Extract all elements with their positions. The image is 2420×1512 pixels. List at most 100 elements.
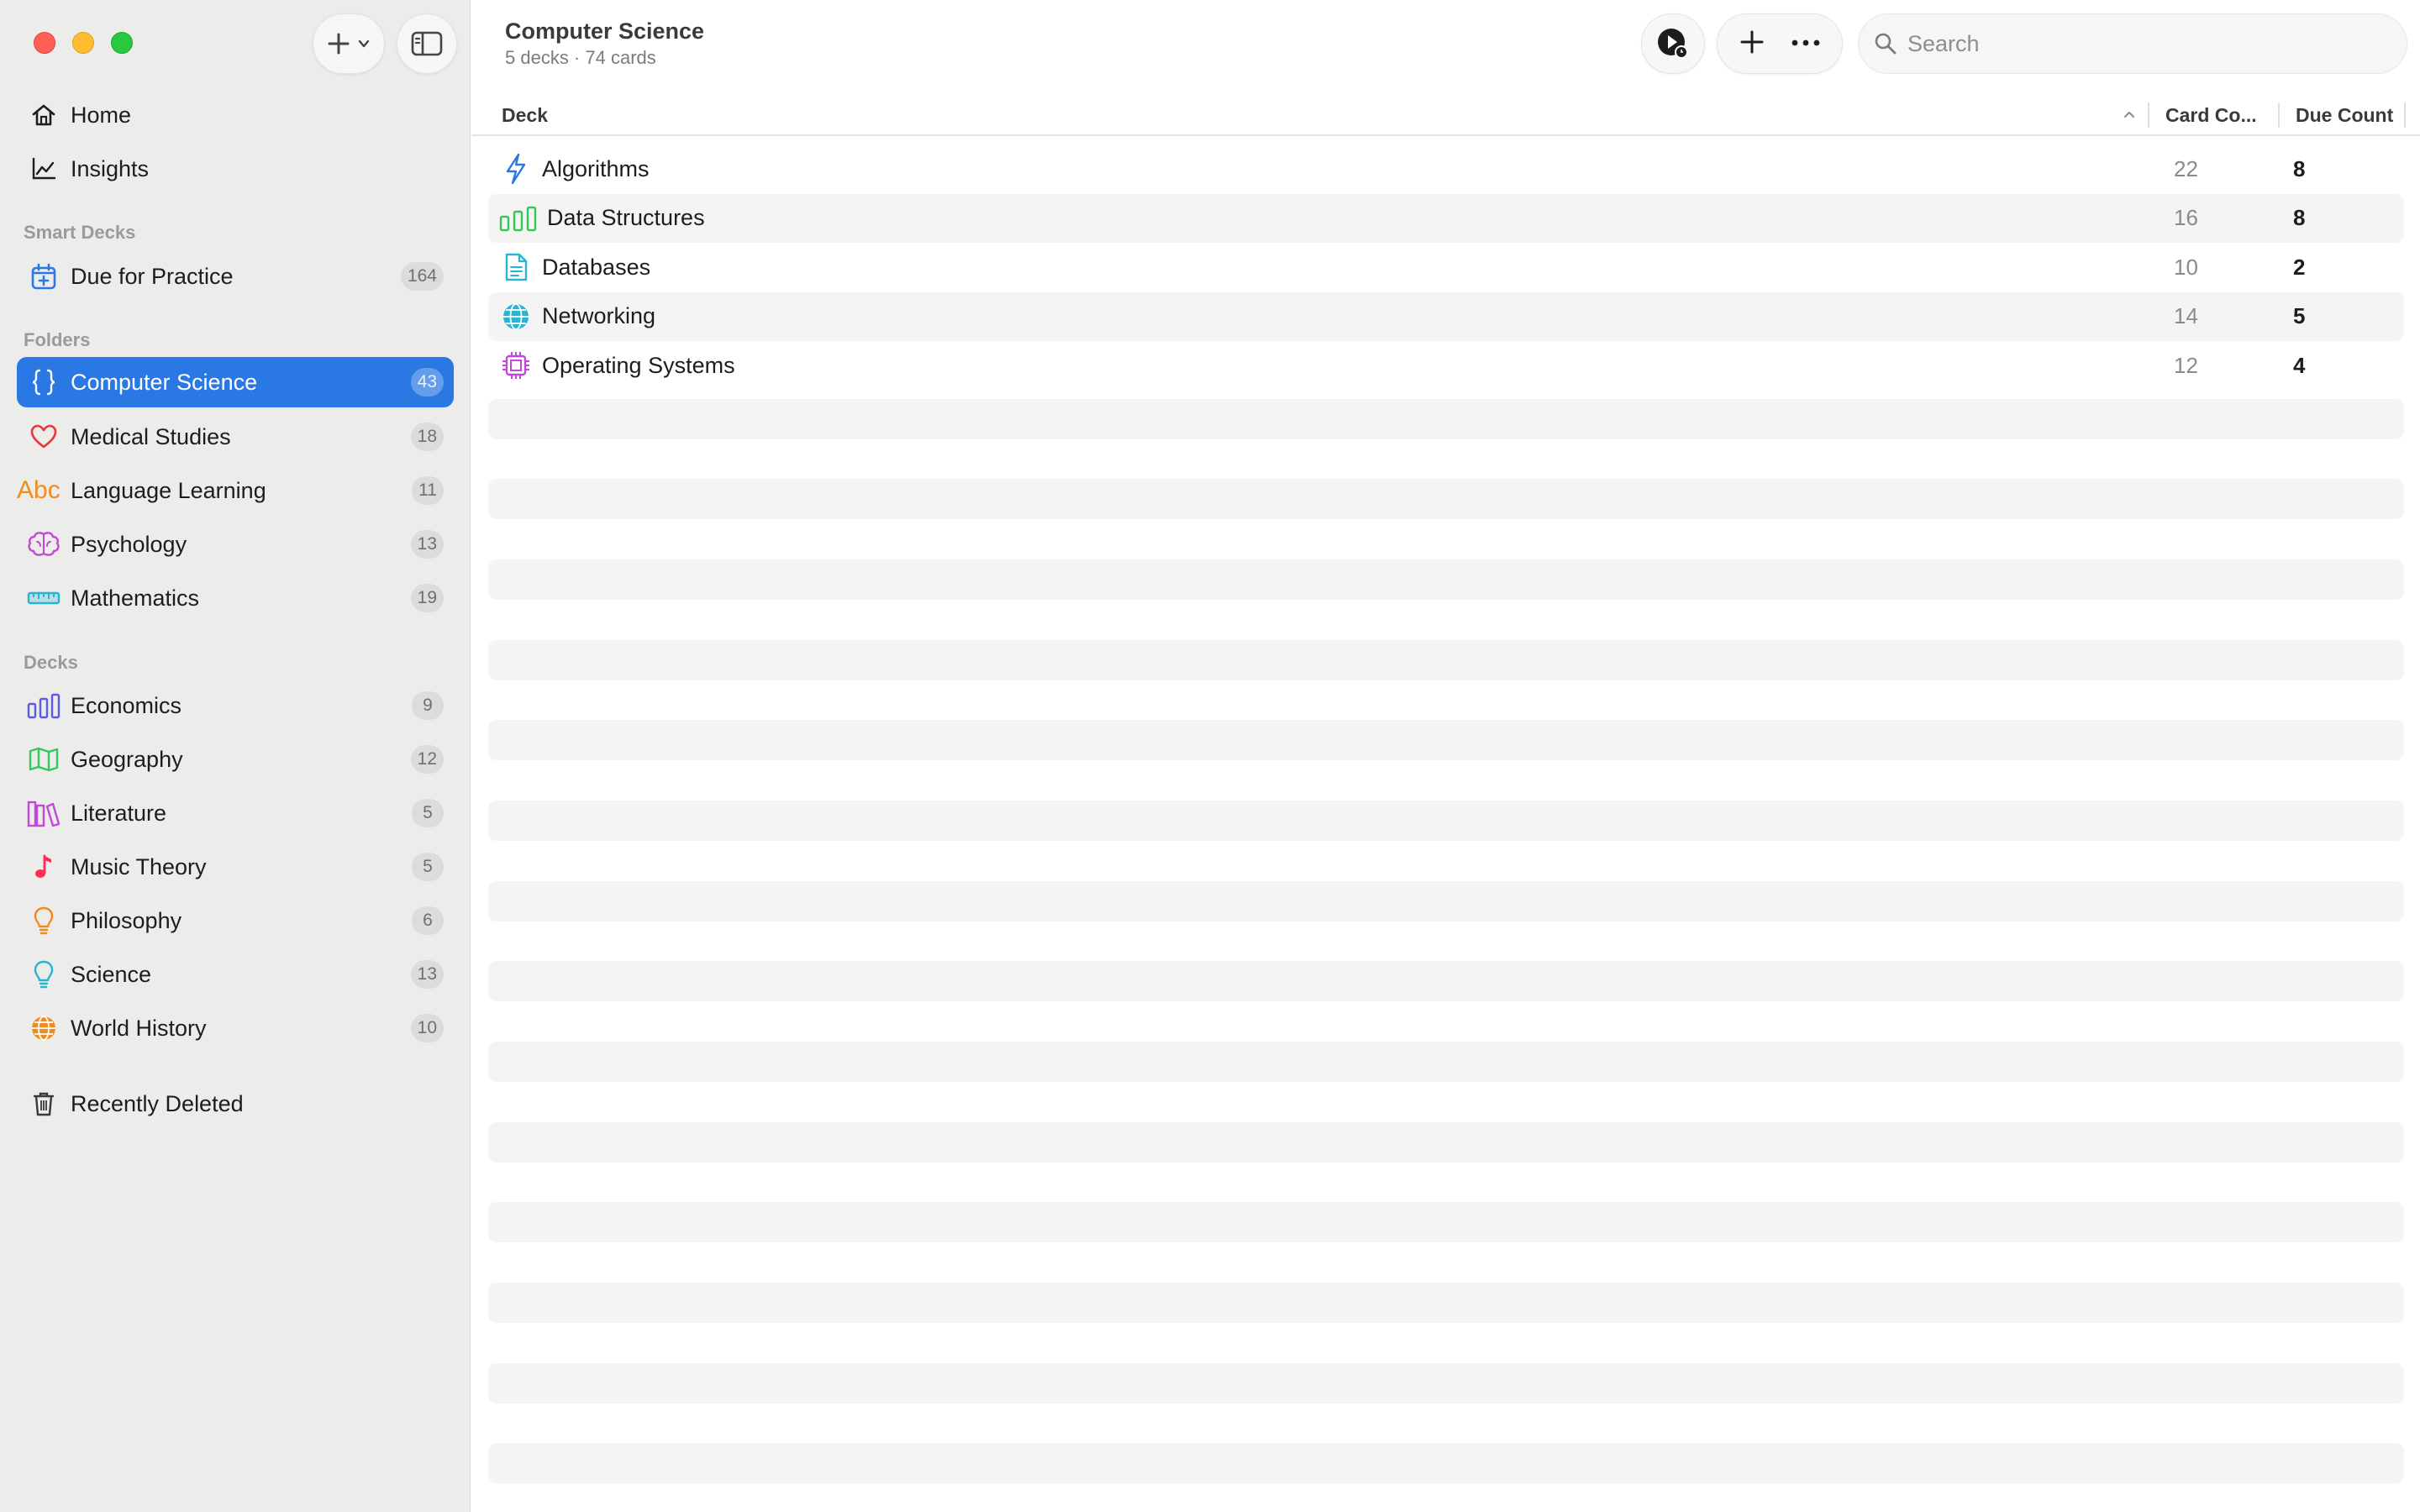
sidebar-item-label: Medical Studies [71, 423, 231, 449]
heart-icon [20, 412, 67, 462]
column-divider[interactable] [2278, 102, 2280, 128]
globe-icon [495, 302, 537, 332]
sidebar-item-home[interactable]: Home [17, 90, 454, 140]
cpu-icon [495, 350, 537, 381]
column-header-card-count[interactable]: Card Co... [2165, 94, 2257, 136]
more-options-button[interactable] [1791, 36, 1821, 51]
trash-icon [20, 1079, 67, 1129]
lightbulb-icon [20, 949, 67, 1000]
braces-icon [20, 357, 67, 407]
count-badge: 43 [410, 368, 444, 396]
sidebar-item-psychology[interactable]: Psychology 13 [17, 519, 454, 570]
ruler-icon [20, 573, 67, 623]
table-row[interactable]: Databases 10 2 [488, 243, 2404, 292]
abc-icon: Abc [17, 476, 60, 504]
sidebar-item-label: Science [71, 961, 152, 987]
count-badge: 19 [410, 584, 444, 612]
sidebar-item-music-theory[interactable]: Music Theory 5 [17, 842, 454, 892]
count-badge: 18 [410, 423, 444, 451]
close-window-button[interactable] [34, 32, 55, 54]
due-count: 2 [2293, 254, 2306, 280]
empty-rows [488, 398, 2404, 1484]
sort-ascending-icon[interactable] [2123, 109, 2136, 119]
column-header-deck[interactable]: Deck [502, 94, 548, 136]
sidebar-item-language-learning[interactable]: Abc Language Learning 11 [17, 465, 454, 516]
sidebar-item-label: Psychology [71, 531, 187, 557]
sidebar-item-label: Insights [71, 155, 150, 181]
search-field[interactable] [1858, 13, 2407, 74]
deck-name: Operating Systems [542, 352, 735, 378]
sidebar-item-medical-studies[interactable]: Medical Studies 18 [17, 412, 454, 462]
sidebar-item-world-history[interactable]: World History 10 [17, 1003, 454, 1053]
chart-line-icon [20, 144, 67, 194]
sidebar-item-label: Economics [71, 692, 182, 718]
sidebar-item-label: Philosophy [71, 907, 182, 933]
sidebar-item-due-for-practice[interactable]: Due for Practice 164 [17, 251, 454, 302]
due-count: 8 [2293, 155, 2306, 181]
sidebar-item-label: Due for Practice [71, 263, 234, 289]
window-controls [34, 32, 133, 54]
table-row[interactable]: Networking 14 5 [488, 291, 2404, 341]
page-title: Computer Science [505, 18, 705, 44]
plus-icon [328, 33, 350, 55]
smart-decks-header: Smart Decks [24, 222, 136, 243]
count-badge: 9 [412, 691, 444, 720]
empty-row [488, 398, 2404, 439]
music-note-icon [20, 842, 67, 892]
minimize-window-button[interactable] [72, 32, 94, 54]
table-header: Deck Card Co... Due Count [471, 94, 2420, 136]
sidebar-item-science[interactable]: Science 13 [17, 949, 454, 1000]
sidebar-item-insights[interactable]: Insights [17, 144, 454, 194]
empty-row [488, 1042, 2404, 1082]
count-badge: 13 [410, 960, 444, 989]
deck-name: Databases [542, 254, 651, 280]
count-badge: 5 [412, 853, 444, 881]
bar-chart-icon [20, 680, 67, 731]
card-count: 16 [2174, 205, 2198, 231]
search-input[interactable] [1907, 30, 2378, 57]
column-divider[interactable] [2404, 102, 2406, 128]
deck-name: Networking [542, 303, 656, 329]
count-badge: 12 [410, 745, 444, 774]
sidebar-icon [411, 31, 443, 56]
books-icon [20, 788, 67, 838]
practice-button[interactable] [1641, 13, 1705, 74]
sidebar-item-recently-deleted[interactable]: Recently Deleted [17, 1079, 454, 1129]
count-badge: 164 [400, 262, 444, 291]
play-badge-icon [1658, 29, 1688, 59]
count-badge: 11 [412, 476, 444, 505]
toggle-sidebar-button[interactable] [397, 13, 457, 74]
sidebar-item-label: World History [71, 1015, 207, 1041]
sidebar-item-mathematics[interactable]: Mathematics 19 [17, 573, 454, 623]
empty-row [488, 800, 2404, 841]
table-row[interactable]: Operating Systems 12 4 [488, 341, 2404, 391]
sidebar-item-geography[interactable]: Geography 12 [17, 734, 454, 785]
sidebar-item-philosophy[interactable]: Philosophy 6 [17, 895, 454, 946]
folders-header: Folders [24, 329, 91, 350]
sidebar-item-label: Music Theory [71, 853, 207, 879]
deck-table: Algorithms 22 8 Data Structures 16 8 Dat… [488, 144, 2404, 1512]
empty-row [488, 880, 2404, 921]
column-divider[interactable] [2148, 102, 2149, 128]
table-row[interactable]: Data Structures 16 8 [488, 193, 2404, 243]
empty-row [488, 479, 2404, 520]
empty-row [488, 559, 2404, 600]
lightbulb-icon [20, 895, 67, 946]
bar-chart-icon [495, 205, 542, 232]
document-icon [495, 252, 537, 282]
decks-header: Decks [24, 652, 78, 673]
sidebar-item-label: Geography [71, 746, 183, 772]
sidebar-item-computer-science[interactable]: Computer Science 43 [17, 357, 454, 407]
sidebar-item-label: Computer Science [71, 369, 258, 395]
globe-icon [20, 1003, 67, 1053]
sidebar-item-economics[interactable]: Economics 9 [17, 680, 454, 731]
map-icon [20, 734, 67, 785]
due-count: 4 [2293, 352, 2306, 378]
add-menu-button[interactable] [313, 13, 385, 74]
table-row[interactable]: Algorithms 22 8 [488, 144, 2404, 194]
zoom-window-button[interactable] [111, 32, 133, 54]
main-content: Computer Science 5 decks · 74 cards Deck… [471, 0, 2420, 1512]
add-deck-button[interactable] [1739, 29, 1765, 60]
column-header-due-count[interactable]: Due Count [2296, 94, 2393, 136]
sidebar-item-literature[interactable]: Literature 5 [17, 788, 454, 838]
